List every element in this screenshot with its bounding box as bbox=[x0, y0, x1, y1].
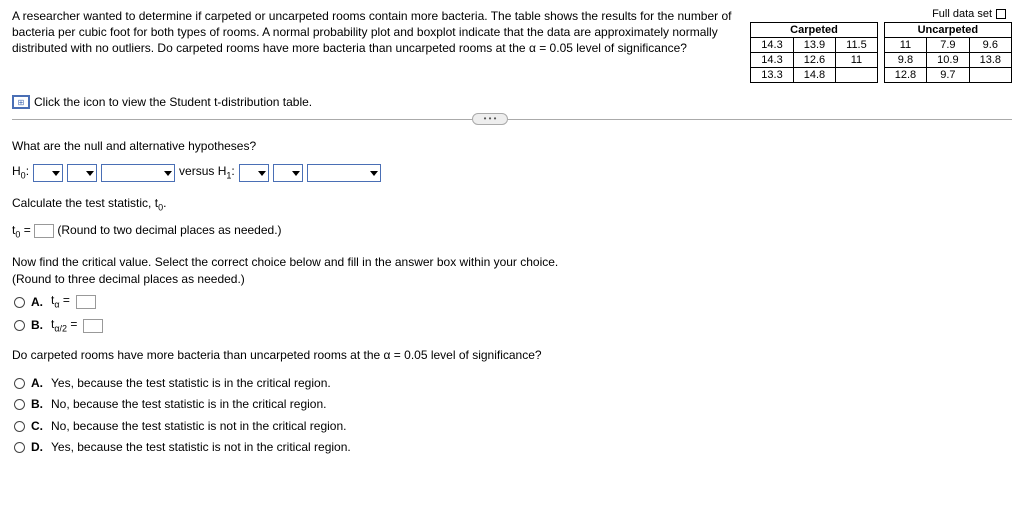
choice-letter-a: A. bbox=[31, 294, 45, 311]
final-choice-b-radio[interactable] bbox=[14, 399, 25, 410]
cell: 10.9 bbox=[927, 53, 969, 68]
h1-param1-select[interactable] bbox=[239, 164, 269, 182]
equals: = bbox=[20, 223, 34, 237]
crit-choice-b-radio[interactable] bbox=[14, 320, 25, 331]
h0-param1-select[interactable] bbox=[33, 164, 63, 182]
h1-label: versus H1: bbox=[179, 163, 235, 182]
cell: 11 bbox=[884, 38, 926, 53]
h0-operator-select[interactable] bbox=[67, 164, 97, 182]
final-choice-a-text: Yes, because the test statistic is in th… bbox=[51, 375, 331, 392]
crit-choice-a-radio[interactable] bbox=[14, 297, 25, 308]
cell: 13.9 bbox=[793, 38, 835, 53]
final-choice-d-radio[interactable] bbox=[14, 442, 25, 453]
cell: 12.8 bbox=[884, 68, 926, 83]
cell: 7.9 bbox=[927, 38, 969, 53]
h0-label: H0: bbox=[12, 163, 29, 182]
collapse-handle-icon[interactable]: • • • bbox=[472, 113, 508, 125]
uncarpeted-header: Uncarpeted bbox=[884, 23, 1011, 38]
q3-line1: Now find the critical value. Select the … bbox=[12, 254, 1012, 271]
full-data-set-link[interactable]: Full data set bbox=[932, 8, 1012, 20]
cell: 9.7 bbox=[927, 68, 969, 83]
crit-a-label: tα = bbox=[51, 292, 70, 311]
cell: 14.3 bbox=[751, 53, 793, 68]
uncarpeted-table: Uncarpeted 117.99.6 9.810.913.8 12.89.7 bbox=[884, 22, 1012, 83]
q3-line2: (Round to three decimal places as needed… bbox=[12, 271, 1012, 288]
cell: 9.6 bbox=[969, 38, 1011, 53]
final-choice-c-radio[interactable] bbox=[14, 421, 25, 432]
carpeted-table: Carpeted 14.313.911.5 14.312.611 13.314.… bbox=[750, 22, 877, 83]
popup-icon bbox=[996, 9, 1006, 19]
problem-intro: A researcher wanted to determine if carp… bbox=[12, 8, 740, 57]
cell: 9.8 bbox=[884, 53, 926, 68]
final-choice-d-text: Yes, because the test statistic is not i… bbox=[51, 439, 351, 456]
full-data-set-label: Full data set bbox=[932, 8, 992, 20]
q4-prompt: Do carpeted rooms have more bacteria tha… bbox=[12, 347, 1012, 364]
section-divider: • • • bbox=[12, 119, 1012, 120]
choice-letter-b: B. bbox=[31, 317, 45, 334]
cell: 14.8 bbox=[793, 68, 835, 83]
crit-a-input[interactable] bbox=[76, 295, 96, 309]
final-choice-a-radio[interactable] bbox=[14, 378, 25, 389]
choice-letter-c2: C. bbox=[31, 418, 45, 435]
cell: 11.5 bbox=[836, 38, 878, 53]
tdist-link-text[interactable]: Click the icon to view the Student t-dis… bbox=[34, 95, 312, 109]
q1-prompt: What are the null and alternative hypoth… bbox=[12, 138, 1012, 155]
cell: 12.6 bbox=[793, 53, 835, 68]
h1-operator-select[interactable] bbox=[273, 164, 303, 182]
choice-letter-b2: B. bbox=[31, 396, 45, 413]
cell: 14.3 bbox=[751, 38, 793, 53]
cell bbox=[969, 68, 1011, 83]
h1-param2-select[interactable] bbox=[307, 164, 381, 182]
q2-prompt: Calculate the test statistic, t0. bbox=[12, 195, 1012, 214]
choice-letter-d2: D. bbox=[31, 439, 45, 456]
h0-param2-select[interactable] bbox=[101, 164, 175, 182]
crit-b-label: tα/2 = bbox=[51, 316, 77, 335]
t0-hint: (Round to two decimal places as needed.) bbox=[57, 223, 281, 237]
carpeted-header: Carpeted bbox=[751, 23, 877, 38]
cell: 11 bbox=[836, 53, 878, 68]
cell: 13.8 bbox=[969, 53, 1011, 68]
final-choice-b-text: No, because the test statistic is in the… bbox=[51, 396, 326, 413]
table-icon[interactable]: ⊞ bbox=[12, 95, 30, 109]
t0-input[interactable] bbox=[34, 224, 54, 238]
crit-b-input[interactable] bbox=[83, 319, 103, 333]
choice-letter-a2: A. bbox=[31, 375, 45, 392]
cell: 13.3 bbox=[751, 68, 793, 83]
cell bbox=[836, 68, 878, 83]
final-choice-c-text: No, because the test statistic is not in… bbox=[51, 418, 346, 435]
